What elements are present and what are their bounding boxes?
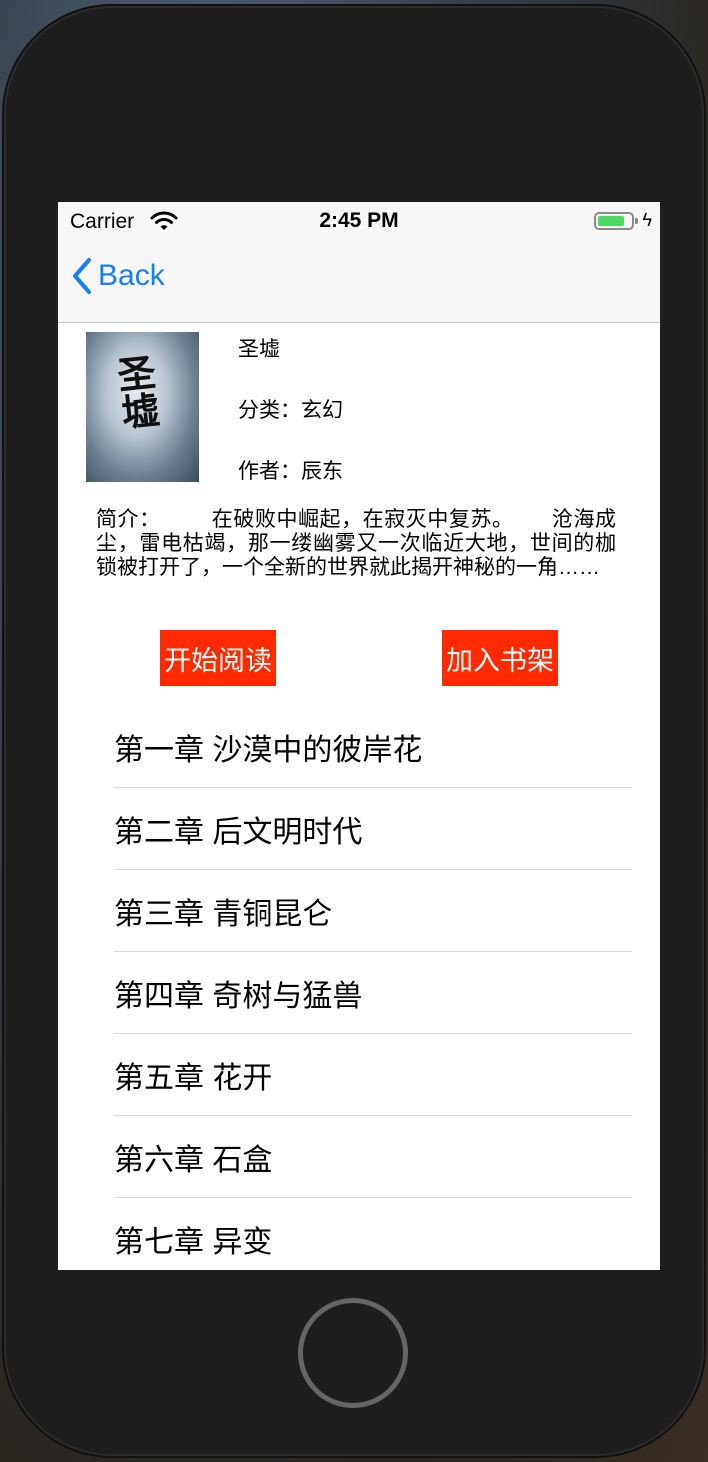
chapter-item[interactable]: 第六章 石盒 [114,1116,632,1198]
chapter-item[interactable]: 第四章 奇树与猛兽 [114,952,632,1034]
chapter-item[interactable]: 第三章 青铜昆仑 [114,870,632,952]
back-button[interactable]: Back [72,258,165,294]
book-synopsis: 简介： 在破败中崛起，在寂灭中复苏。 沧海成尘，雷电枯竭，那一缕幽雾又一次临近大… [96,508,616,579]
chapter-item[interactable]: 第一章 沙漠中的彼岸花 [114,706,632,788]
book-title: 圣墟 [238,338,280,361]
chapter-item[interactable]: 第七章 异变 [114,1198,632,1270]
app-screen: Carrier 2:45 PM ϟ Back 圣墟 圣墟 分类：玄幻 作者：辰东… [58,202,660,1270]
book-cover: 圣墟 [86,332,199,482]
start-reading-button[interactable]: 开始阅读 [160,630,276,686]
home-button[interactable] [298,1298,408,1408]
book-category: 分类：玄幻 [238,399,343,422]
chapter-item[interactable]: 第二章 后文明时代 [114,788,632,870]
status-time: 2:45 PM [319,209,399,232]
device-frame: Carrier 2:45 PM ϟ Back 圣墟 圣墟 分类：玄幻 作者：辰东… [4,6,704,1456]
chevron-left-icon [73,258,91,294]
chapter-list: 第一章 沙漠中的彼岸花 第二章 后文明时代 第三章 青铜昆仑 第四章 奇树与猛兽… [114,706,632,1270]
add-to-shelf-button[interactable]: 加入书架 [442,630,558,686]
charging-icon: ϟ [642,210,652,230]
status-bar: Carrier 2:45 PM ϟ [58,202,660,242]
back-label: Back [98,259,165,292]
chapter-item[interactable]: 第五章 花开 [114,1034,632,1116]
navigation-bar: Back [58,242,660,323]
cover-title: 圣墟 [109,351,162,433]
battery-icon [594,212,638,230]
book-author: 作者：辰东 [238,460,343,483]
